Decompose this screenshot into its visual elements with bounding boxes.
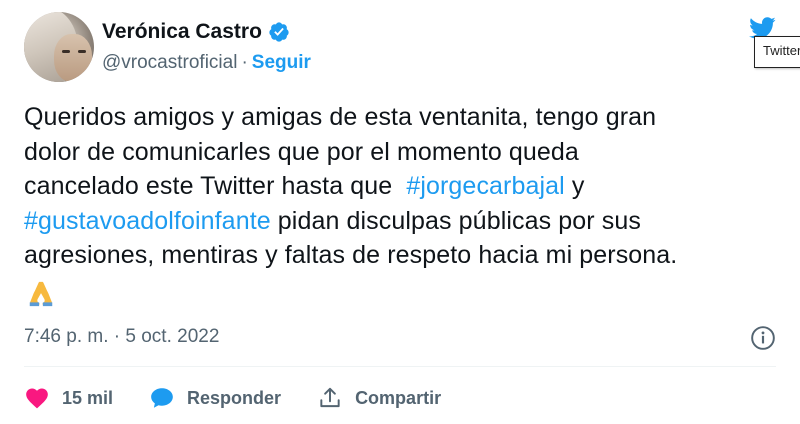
tweet-text-line: Queridos amigos y amigas de esta ventani…	[24, 100, 784, 135]
folded-hands-emoji-icon	[29, 281, 53, 307]
verified-badge-icon	[269, 22, 289, 42]
reply-label: Responder	[187, 387, 282, 408]
avatar-face	[54, 34, 92, 82]
handle-separator: ·	[241, 52, 248, 73]
hashtag-link[interactable]: #gustavoadolfoinfante	[24, 207, 271, 235]
share-upload-icon	[320, 387, 340, 408]
share-label: Compartir	[355, 387, 442, 408]
tweet-text-segment: cancelado este Twitter hasta que	[24, 172, 407, 200]
tweet-text-line: cancelado este Twitter hasta que #jorgec…	[24, 169, 784, 204]
like-count: 15 mil	[62, 387, 114, 408]
tweet-text: Queridos amigos y amigas de esta ventani…	[24, 100, 784, 273]
tweet-text-line: #gustavoadolfoinfante pidan disculpas pú…	[24, 204, 784, 239]
tweet-text-line: agresiones, mentiras y faltas de respeto…	[24, 238, 784, 273]
tweet-text-segment: agresiones, mentiras y faltas de respeto…	[24, 241, 678, 269]
reply-button[interactable]: Responder	[149, 385, 281, 411]
tweet-text-segment: Queridos amigos y amigas de esta ventani…	[24, 103, 657, 131]
author-avatar[interactable]	[24, 12, 94, 82]
author-name-row: Verónica Castro	[102, 20, 290, 44]
author-handle-row: @vrocastroficial · Seguir	[102, 52, 311, 74]
tweet-text-segment: pidan disculpas públicas por sus	[270, 206, 641, 235]
author-handle[interactable]: @vrocastroficial	[102, 52, 237, 74]
tweet-text-segment: dolor de comunicarles que por el momento…	[24, 137, 579, 166]
heart-icon	[26, 388, 48, 409]
share-button[interactable]: Compartir	[317, 385, 441, 411]
tweet-actions: 15 mil Responder Compartir	[24, 380, 477, 416]
twitter-tooltip: Twitter	[754, 36, 800, 68]
author-name[interactable]: Verónica Castro	[102, 20, 262, 44]
like-button[interactable]: 15 mil	[24, 385, 113, 411]
follow-button[interactable]: Seguir	[252, 52, 311, 74]
hashtag-link[interactable]: #jorgecarbajal	[406, 172, 564, 200]
tweet-text-segment: y	[564, 172, 585, 200]
avatar-eye	[78, 50, 86, 53]
info-icon[interactable]	[750, 325, 776, 351]
speech-bubble-icon	[151, 388, 173, 408]
divider	[24, 366, 776, 367]
avatar-eye	[62, 50, 70, 53]
tweet-timestamp[interactable]: 7:46 p. m. · 5 oct. 2022	[24, 326, 219, 348]
tweet-text-line: dolor de comunicarles que por el momento…	[24, 135, 784, 170]
tweet-card: Verónica Castro @vrocastroficial · Segui…	[0, 0, 800, 424]
